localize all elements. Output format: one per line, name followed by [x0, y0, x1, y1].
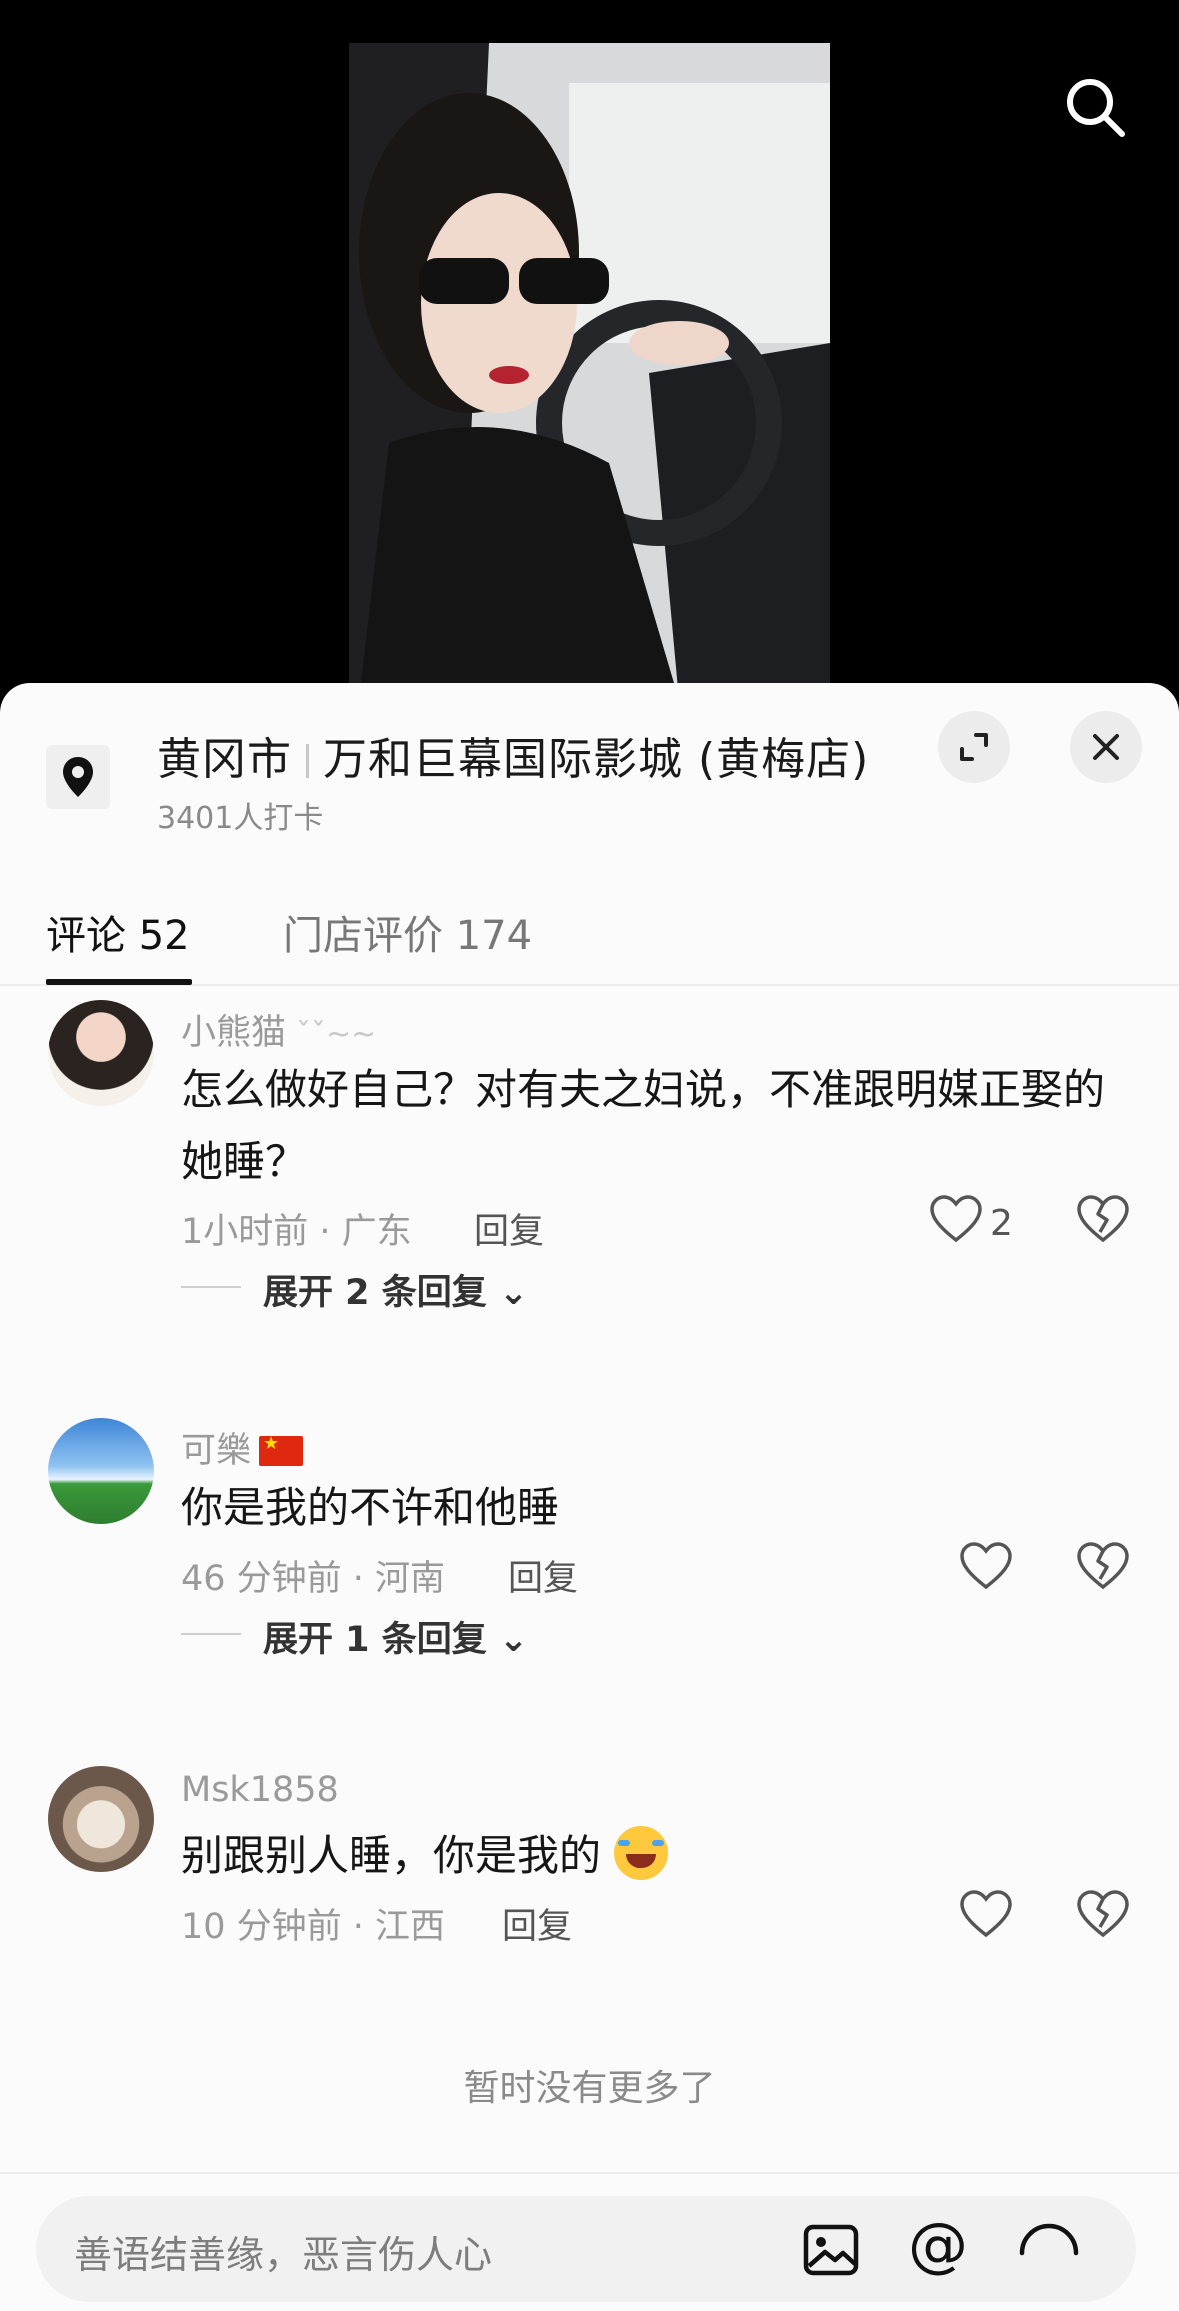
comment-meta: 1小时前 · 广东	[181, 1212, 412, 1252]
comment-input-bar: 善语结善缘，恶言伤人心 @	[0, 2172, 1179, 2311]
close-button[interactable]	[1070, 711, 1142, 783]
broken-heart-icon	[1077, 1542, 1129, 1590]
checkin-count: 3401人打卡	[157, 801, 324, 836]
comment-username[interactable]: Msk1858	[181, 1770, 339, 1810]
search-button[interactable]	[1060, 72, 1132, 144]
dislike-button[interactable]	[1075, 1539, 1131, 1595]
comment-text: 别跟别人睡，你是我的	[181, 1820, 1121, 1892]
location-venue: 万和巨幕国际影城 (黄梅店)	[323, 734, 870, 785]
reply-button[interactable]: 回复	[508, 1550, 578, 1601]
mention-button[interactable]: @	[908, 2210, 978, 2280]
comment-username[interactable]: 小熊猫 ˇˇ~~	[181, 1004, 376, 1055]
video-area	[0, 0, 1179, 700]
china-flag-icon	[259, 1433, 304, 1466]
image-button[interactable]	[801, 2220, 861, 2280]
like-button[interactable]	[958, 1887, 1014, 1943]
input-placeholder: 善语结善缘，恶言伤人心	[74, 2233, 493, 2277]
broken-heart-icon	[1077, 1890, 1129, 1938]
location-city: 黄冈市	[157, 734, 292, 785]
heart-icon	[930, 1195, 982, 1243]
avatar[interactable]	[48, 1000, 154, 1106]
comment-meta: 46 分钟前 · 河南	[181, 1559, 446, 1599]
active-tab-indicator	[46, 979, 192, 985]
comment-meta: 10 分钟前 · 江西	[181, 1907, 446, 1947]
dislike-button[interactable]	[1075, 1887, 1131, 1943]
like-button[interactable]	[928, 1192, 984, 1248]
search-icon	[1067, 79, 1125, 137]
username-decoration: ˇˇ~~	[296, 1017, 377, 1052]
avatar[interactable]	[48, 1418, 154, 1524]
comment-text: 怎么做好自己？对有夫之妇说，不准跟明媒正娶的她睡？	[181, 1065, 1106, 1186]
fullscreen-button[interactable]	[938, 711, 1010, 783]
emoji-button[interactable]	[1014, 2218, 1084, 2288]
title-separator	[306, 744, 309, 778]
dislike-button[interactable]	[1075, 1192, 1131, 1248]
tab-store-reviews[interactable]: 门店评价 174	[283, 903, 532, 961]
heart-icon	[960, 1542, 1012, 1590]
emoji-icon	[1019, 2223, 1079, 2256]
location-title[interactable]: 黄冈市 万和巨幕国际影城 (黄梅店)	[157, 723, 869, 787]
reply-button[interactable]: 回复	[502, 1898, 572, 1949]
close-icon	[1093, 734, 1119, 760]
tab-comments[interactable]: 评论 52	[46, 903, 190, 961]
comment-text: 你是我的不许和他睡	[181, 1483, 560, 1532]
like-button[interactable]	[958, 1539, 1014, 1595]
no-more-comments: 暂时没有更多了	[463, 2068, 716, 2109]
location-pin-icon	[63, 757, 93, 797]
like-count: 2	[990, 1203, 1013, 1244]
expand-replies-button[interactable]: 展开 2 条回复 ⌄	[263, 1264, 528, 1315]
expand-divider	[181, 1286, 241, 1288]
tab-bar: 评论 52 门店评价 174	[0, 883, 1179, 986]
avatar[interactable]	[48, 1766, 154, 1872]
heart-icon	[960, 1890, 1012, 1938]
chevron-down-icon: ⌄	[498, 1620, 529, 1660]
comment-input[interactable]: 善语结善缘，恶言伤人心 @	[36, 2196, 1136, 2302]
chevron-down-icon: ⌄	[498, 1273, 529, 1313]
comments-panel: 黄冈市 万和巨幕国际影城 (黄梅店) 3401人打卡 评论 52 门店评价 174…	[0, 683, 1179, 2311]
video-thumbnail[interactable]	[349, 43, 830, 700]
expand-replies-button[interactable]: 展开 1 条回复 ⌄	[263, 1611, 528, 1662]
crying-laughing-emoji-icon	[614, 1826, 669, 1880]
broken-heart-icon	[1077, 1195, 1129, 1243]
expand-divider	[181, 1633, 241, 1635]
location-pin-box[interactable]	[46, 745, 110, 809]
image-icon	[803, 2224, 859, 2276]
reply-button[interactable]: 回复	[474, 1203, 544, 1254]
comment-username[interactable]: 可樂	[181, 1422, 304, 1473]
video-image	[349, 43, 830, 700]
expand-icon	[960, 733, 988, 761]
